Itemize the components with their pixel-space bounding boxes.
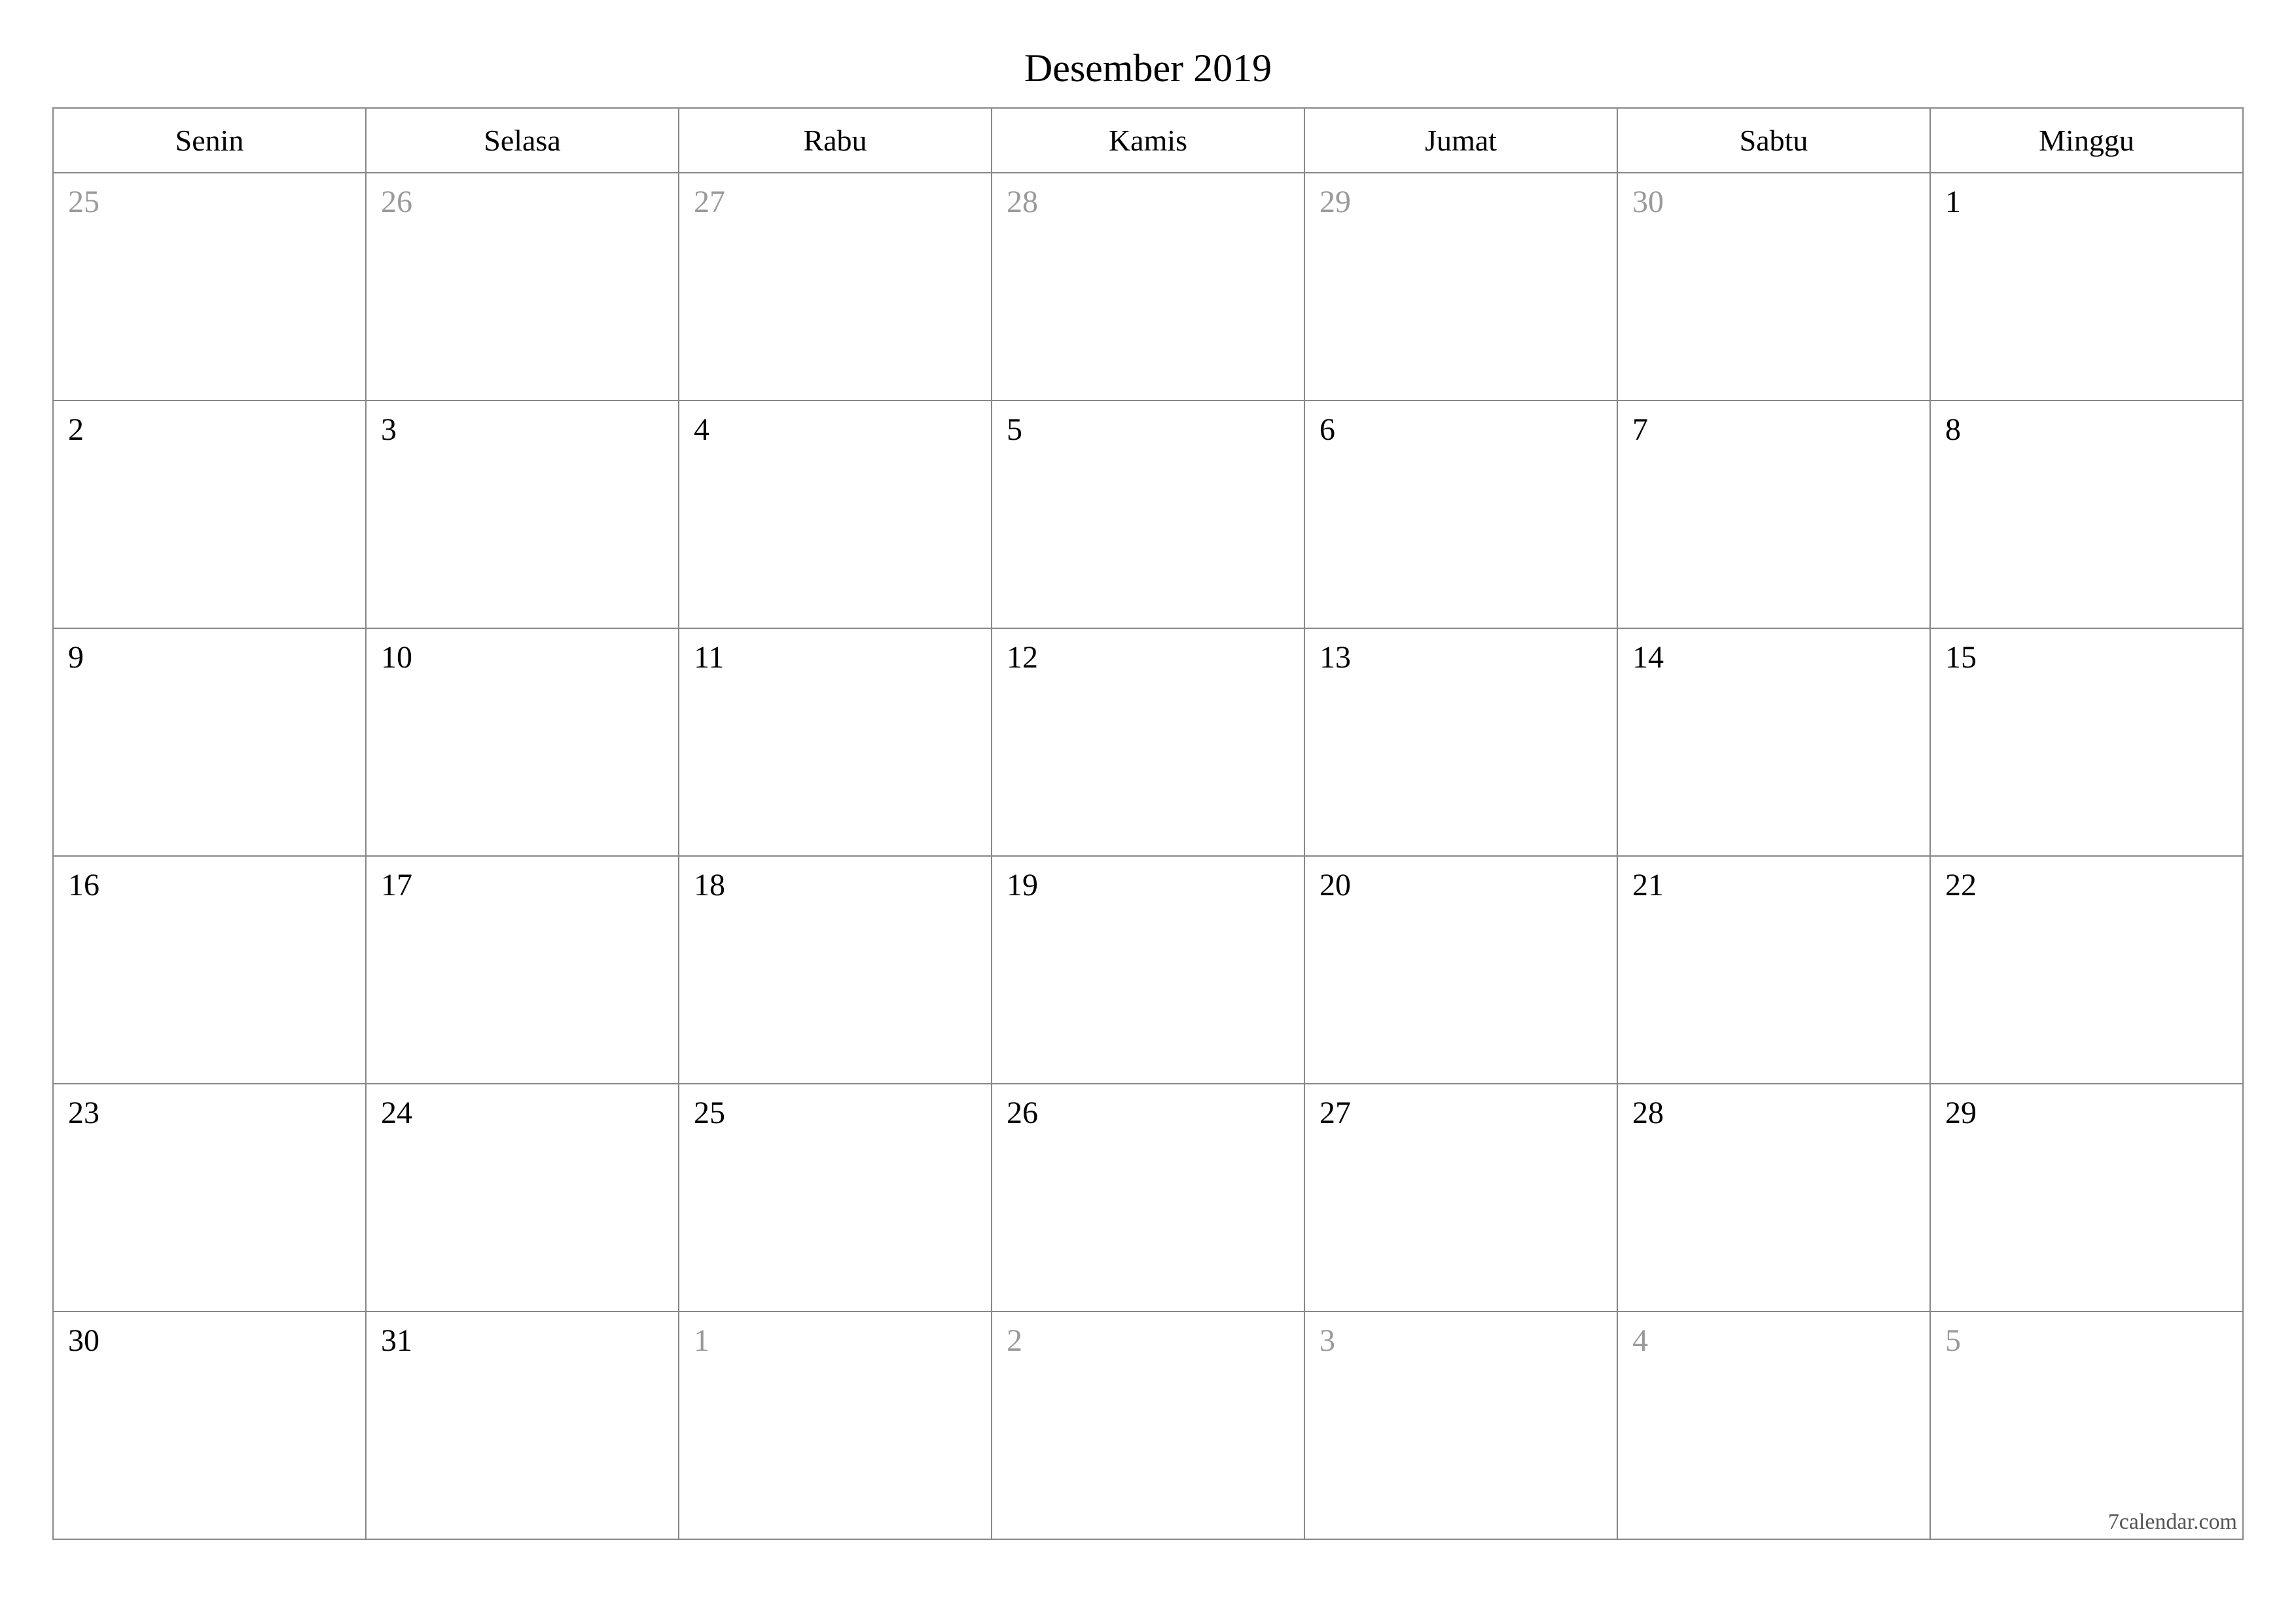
calendar-day-cell: 12 (992, 628, 1304, 856)
weekday-header: Jumat (1304, 108, 1617, 173)
calendar-table: Senin Selasa Rabu Kamis Jumat Sabtu Ming… (52, 107, 2244, 1540)
weekday-header: Selasa (366, 108, 679, 173)
calendar-day-cell: 24 (366, 1084, 679, 1311)
calendar-day-cell: 10 (366, 628, 679, 856)
calendar-day-cell: 28 (1617, 1084, 1930, 1311)
weekday-header: Minggu (1930, 108, 2243, 173)
footer-attribution: 7calendar.com (2108, 1510, 2237, 1535)
calendar-day-cell: 19 (992, 856, 1304, 1084)
calendar-day-cell: 20 (1304, 856, 1617, 1084)
calendar-day-cell: 26 (366, 173, 679, 401)
calendar-day-cell: 16 (53, 856, 366, 1084)
calendar-day-cell: 30 (1617, 173, 1930, 401)
calendar-week-row: 9 10 11 12 13 14 15 (53, 628, 2243, 856)
calendar-week-row: 23 24 25 26 27 28 29 (53, 1084, 2243, 1311)
calendar-day-cell: 27 (679, 173, 992, 401)
calendar-day-cell: 25 (679, 1084, 992, 1311)
calendar-day-cell: 9 (53, 628, 366, 856)
calendar-day-cell: 1 (679, 1311, 992, 1539)
weekday-header: Senin (53, 108, 366, 173)
calendar-day-cell: 2 (53, 401, 366, 628)
calendar-day-cell: 23 (53, 1084, 366, 1311)
calendar-day-cell: 15 (1930, 628, 2243, 856)
calendar-day-cell: 29 (1304, 173, 1617, 401)
calendar-day-cell: 28 (992, 173, 1304, 401)
calendar-day-cell: 27 (1304, 1084, 1617, 1311)
calendar-day-cell: 29 (1930, 1084, 2243, 1311)
calendar-day-cell: 6 (1304, 401, 1617, 628)
calendar-day-cell: 3 (1304, 1311, 1617, 1539)
calendar-day-cell: 30 (53, 1311, 366, 1539)
weekday-header: Rabu (679, 108, 992, 173)
calendar-day-cell: 14 (1617, 628, 1930, 856)
calendar-day-cell: 26 (992, 1084, 1304, 1311)
calendar-title: Desember 2019 (52, 46, 2244, 91)
calendar-day-cell: 5 (992, 401, 1304, 628)
calendar-day-cell: 2 (992, 1311, 1304, 1539)
calendar-week-row: 25 26 27 28 29 30 1 (53, 173, 2243, 401)
calendar-day-cell: 4 (1617, 1311, 1930, 1539)
calendar-day-cell: 3 (366, 401, 679, 628)
calendar-week-row: 30 31 1 2 3 4 5 7calendar.com (53, 1311, 2243, 1539)
calendar-day-cell: 1 (1930, 173, 2243, 401)
calendar-day-cell: 17 (366, 856, 679, 1084)
calendar-day-cell: 8 (1930, 401, 2243, 628)
weekday-header: Kamis (992, 108, 1304, 173)
calendar-day-cell: 25 (53, 173, 366, 401)
calendar-day-cell: 21 (1617, 856, 1930, 1084)
calendar-day-cell: 4 (679, 401, 992, 628)
calendar-day-cell: 13 (1304, 628, 1617, 856)
calendar-week-row: 2 3 4 5 6 7 8 (53, 401, 2243, 628)
calendar-day-cell: 18 (679, 856, 992, 1084)
calendar-week-row: 16 17 18 19 20 21 22 (53, 856, 2243, 1084)
weekday-header-row: Senin Selasa Rabu Kamis Jumat Sabtu Ming… (53, 108, 2243, 173)
calendar-body: 25 26 27 28 29 30 1 2 3 4 5 6 7 8 9 10 1… (53, 173, 2243, 1539)
calendar-day-cell: 22 (1930, 856, 2243, 1084)
calendar-day-cell: 11 (679, 628, 992, 856)
calendar-day-cell: 31 (366, 1311, 679, 1539)
calendar-day-cell: 7 (1617, 401, 1930, 628)
weekday-header: Sabtu (1617, 108, 1930, 173)
calendar-day-number: 5 (1945, 1323, 1961, 1358)
calendar-day-cell: 5 7calendar.com (1930, 1311, 2243, 1539)
